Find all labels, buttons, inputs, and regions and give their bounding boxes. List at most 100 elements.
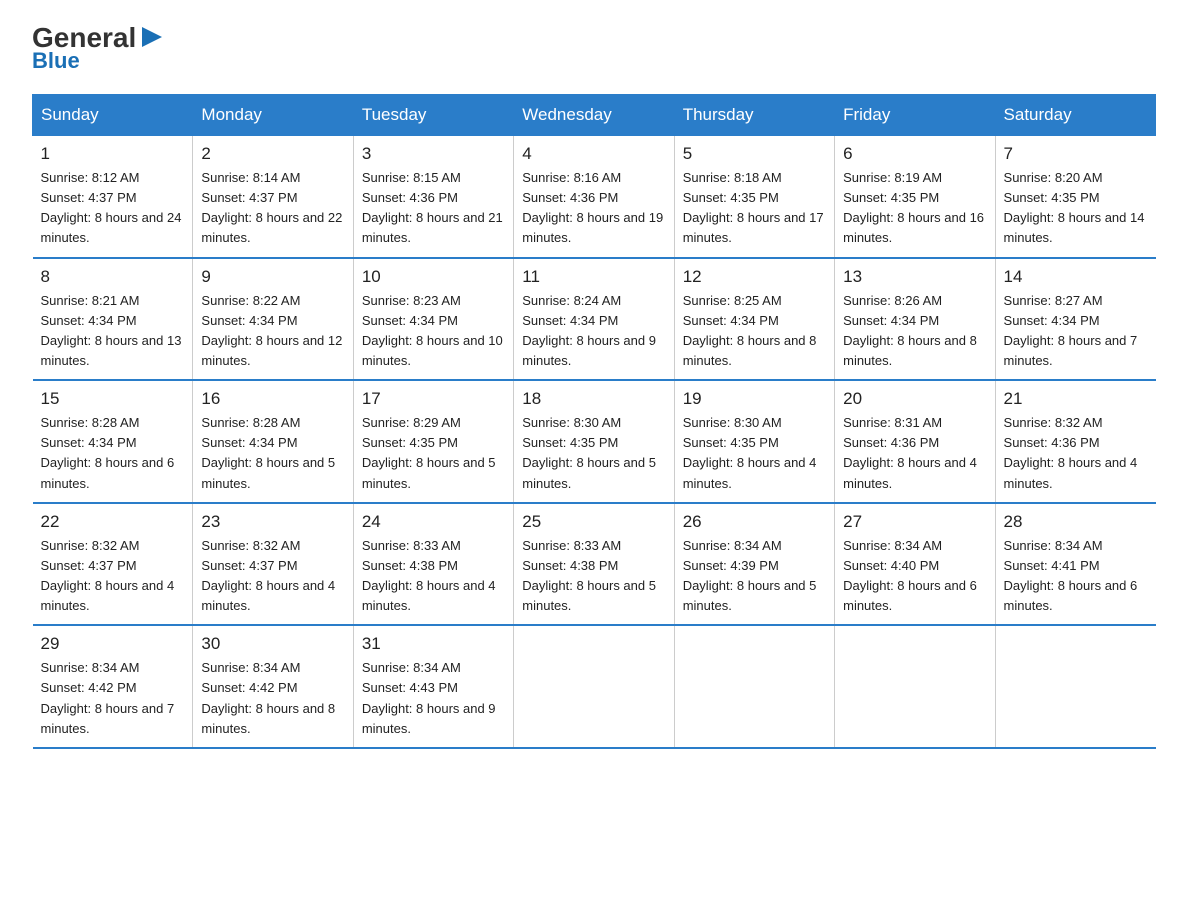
day-info: Sunrise: 8:34 AMSunset: 4:39 PMDaylight:…	[683, 536, 826, 617]
weekday-header-wednesday: Wednesday	[514, 95, 674, 136]
day-number: 14	[1004, 267, 1148, 287]
day-info: Sunrise: 8:31 AMSunset: 4:36 PMDaylight:…	[843, 413, 986, 494]
calendar-cell	[674, 625, 834, 748]
day-number: 29	[41, 634, 185, 654]
calendar-week-row: 29 Sunrise: 8:34 AMSunset: 4:42 PMDaylig…	[33, 625, 1156, 748]
calendar-cell: 18 Sunrise: 8:30 AMSunset: 4:35 PMDaylig…	[514, 380, 674, 503]
calendar-cell	[835, 625, 995, 748]
day-number: 26	[683, 512, 826, 532]
page-header: General Blue	[32, 24, 1156, 74]
day-number: 23	[201, 512, 344, 532]
calendar-cell: 17 Sunrise: 8:29 AMSunset: 4:35 PMDaylig…	[353, 380, 513, 503]
day-number: 11	[522, 267, 665, 287]
calendar-cell: 9 Sunrise: 8:22 AMSunset: 4:34 PMDayligh…	[193, 258, 353, 381]
day-number: 27	[843, 512, 986, 532]
day-number: 20	[843, 389, 986, 409]
calendar-week-row: 1 Sunrise: 8:12 AMSunset: 4:37 PMDayligh…	[33, 136, 1156, 258]
day-info: Sunrise: 8:25 AMSunset: 4:34 PMDaylight:…	[683, 291, 826, 372]
calendar-cell: 2 Sunrise: 8:14 AMSunset: 4:37 PMDayligh…	[193, 136, 353, 258]
weekday-header-tuesday: Tuesday	[353, 95, 513, 136]
day-number: 5	[683, 144, 826, 164]
calendar-cell: 27 Sunrise: 8:34 AMSunset: 4:40 PMDaylig…	[835, 503, 995, 626]
weekday-header-saturday: Saturday	[995, 95, 1155, 136]
calendar-cell: 1 Sunrise: 8:12 AMSunset: 4:37 PMDayligh…	[33, 136, 193, 258]
calendar-cell: 8 Sunrise: 8:21 AMSunset: 4:34 PMDayligh…	[33, 258, 193, 381]
day-number: 3	[362, 144, 505, 164]
day-info: Sunrise: 8:21 AMSunset: 4:34 PMDaylight:…	[41, 291, 185, 372]
day-info: Sunrise: 8:28 AMSunset: 4:34 PMDaylight:…	[41, 413, 185, 494]
day-number: 31	[362, 634, 505, 654]
calendar-cell: 24 Sunrise: 8:33 AMSunset: 4:38 PMDaylig…	[353, 503, 513, 626]
calendar-cell: 31 Sunrise: 8:34 AMSunset: 4:43 PMDaylig…	[353, 625, 513, 748]
weekday-header-thursday: Thursday	[674, 95, 834, 136]
day-info: Sunrise: 8:16 AMSunset: 4:36 PMDaylight:…	[522, 168, 665, 249]
calendar-cell: 12 Sunrise: 8:25 AMSunset: 4:34 PMDaylig…	[674, 258, 834, 381]
day-number: 30	[201, 634, 344, 654]
day-number: 28	[1004, 512, 1148, 532]
day-info: Sunrise: 8:28 AMSunset: 4:34 PMDaylight:…	[201, 413, 344, 494]
day-number: 25	[522, 512, 665, 532]
day-info: Sunrise: 8:34 AMSunset: 4:43 PMDaylight:…	[362, 658, 505, 739]
day-info: Sunrise: 8:27 AMSunset: 4:34 PMDaylight:…	[1004, 291, 1148, 372]
day-number: 10	[362, 267, 505, 287]
day-info: Sunrise: 8:34 AMSunset: 4:40 PMDaylight:…	[843, 536, 986, 617]
day-info: Sunrise: 8:19 AMSunset: 4:35 PMDaylight:…	[843, 168, 986, 249]
day-info: Sunrise: 8:34 AMSunset: 4:41 PMDaylight:…	[1004, 536, 1148, 617]
day-number: 19	[683, 389, 826, 409]
day-info: Sunrise: 8:18 AMSunset: 4:35 PMDaylight:…	[683, 168, 826, 249]
calendar-cell: 20 Sunrise: 8:31 AMSunset: 4:36 PMDaylig…	[835, 380, 995, 503]
calendar-cell: 29 Sunrise: 8:34 AMSunset: 4:42 PMDaylig…	[33, 625, 193, 748]
day-number: 16	[201, 389, 344, 409]
day-info: Sunrise: 8:33 AMSunset: 4:38 PMDaylight:…	[522, 536, 665, 617]
day-number: 21	[1004, 389, 1148, 409]
day-info: Sunrise: 8:30 AMSunset: 4:35 PMDaylight:…	[683, 413, 826, 494]
day-info: Sunrise: 8:30 AMSunset: 4:35 PMDaylight:…	[522, 413, 665, 494]
calendar-cell: 16 Sunrise: 8:28 AMSunset: 4:34 PMDaylig…	[193, 380, 353, 503]
calendar-cell	[514, 625, 674, 748]
day-number: 7	[1004, 144, 1148, 164]
calendar-cell: 23 Sunrise: 8:32 AMSunset: 4:37 PMDaylig…	[193, 503, 353, 626]
calendar-cell: 5 Sunrise: 8:18 AMSunset: 4:35 PMDayligh…	[674, 136, 834, 258]
calendar-table: SundayMondayTuesdayWednesdayThursdayFrid…	[32, 94, 1156, 749]
day-number: 17	[362, 389, 505, 409]
day-info: Sunrise: 8:29 AMSunset: 4:35 PMDaylight:…	[362, 413, 505, 494]
day-info: Sunrise: 8:20 AMSunset: 4:35 PMDaylight:…	[1004, 168, 1148, 249]
day-info: Sunrise: 8:23 AMSunset: 4:34 PMDaylight:…	[362, 291, 505, 372]
calendar-cell: 26 Sunrise: 8:34 AMSunset: 4:39 PMDaylig…	[674, 503, 834, 626]
day-info: Sunrise: 8:22 AMSunset: 4:34 PMDaylight:…	[201, 291, 344, 372]
calendar-cell: 21 Sunrise: 8:32 AMSunset: 4:36 PMDaylig…	[995, 380, 1155, 503]
calendar-week-row: 15 Sunrise: 8:28 AMSunset: 4:34 PMDaylig…	[33, 380, 1156, 503]
day-number: 24	[362, 512, 505, 532]
day-info: Sunrise: 8:32 AMSunset: 4:37 PMDaylight:…	[201, 536, 344, 617]
day-info: Sunrise: 8:34 AMSunset: 4:42 PMDaylight:…	[41, 658, 185, 739]
day-number: 6	[843, 144, 986, 164]
calendar-cell: 22 Sunrise: 8:32 AMSunset: 4:37 PMDaylig…	[33, 503, 193, 626]
calendar-cell: 13 Sunrise: 8:26 AMSunset: 4:34 PMDaylig…	[835, 258, 995, 381]
day-info: Sunrise: 8:34 AMSunset: 4:42 PMDaylight:…	[201, 658, 344, 739]
weekday-header-sunday: Sunday	[33, 95, 193, 136]
calendar-cell: 28 Sunrise: 8:34 AMSunset: 4:41 PMDaylig…	[995, 503, 1155, 626]
day-info: Sunrise: 8:14 AMSunset: 4:37 PMDaylight:…	[201, 168, 344, 249]
calendar-week-row: 8 Sunrise: 8:21 AMSunset: 4:34 PMDayligh…	[33, 258, 1156, 381]
day-info: Sunrise: 8:32 AMSunset: 4:37 PMDaylight:…	[41, 536, 185, 617]
logo: General Blue	[32, 24, 166, 74]
day-number: 4	[522, 144, 665, 164]
day-info: Sunrise: 8:15 AMSunset: 4:36 PMDaylight:…	[362, 168, 505, 249]
weekday-header-row: SundayMondayTuesdayWednesdayThursdayFrid…	[33, 95, 1156, 136]
calendar-cell: 7 Sunrise: 8:20 AMSunset: 4:35 PMDayligh…	[995, 136, 1155, 258]
calendar-week-row: 22 Sunrise: 8:32 AMSunset: 4:37 PMDaylig…	[33, 503, 1156, 626]
day-number: 22	[41, 512, 185, 532]
day-number: 12	[683, 267, 826, 287]
calendar-cell: 30 Sunrise: 8:34 AMSunset: 4:42 PMDaylig…	[193, 625, 353, 748]
calendar-cell: 15 Sunrise: 8:28 AMSunset: 4:34 PMDaylig…	[33, 380, 193, 503]
calendar-cell: 6 Sunrise: 8:19 AMSunset: 4:35 PMDayligh…	[835, 136, 995, 258]
calendar-cell	[995, 625, 1155, 748]
logo-arrow-icon	[138, 23, 166, 51]
calendar-cell: 10 Sunrise: 8:23 AMSunset: 4:34 PMDaylig…	[353, 258, 513, 381]
logo-blue-text: Blue	[32, 48, 166, 74]
day-number: 9	[201, 267, 344, 287]
day-info: Sunrise: 8:24 AMSunset: 4:34 PMDaylight:…	[522, 291, 665, 372]
calendar-cell: 11 Sunrise: 8:24 AMSunset: 4:34 PMDaylig…	[514, 258, 674, 381]
calendar-cell: 4 Sunrise: 8:16 AMSunset: 4:36 PMDayligh…	[514, 136, 674, 258]
calendar-cell: 25 Sunrise: 8:33 AMSunset: 4:38 PMDaylig…	[514, 503, 674, 626]
